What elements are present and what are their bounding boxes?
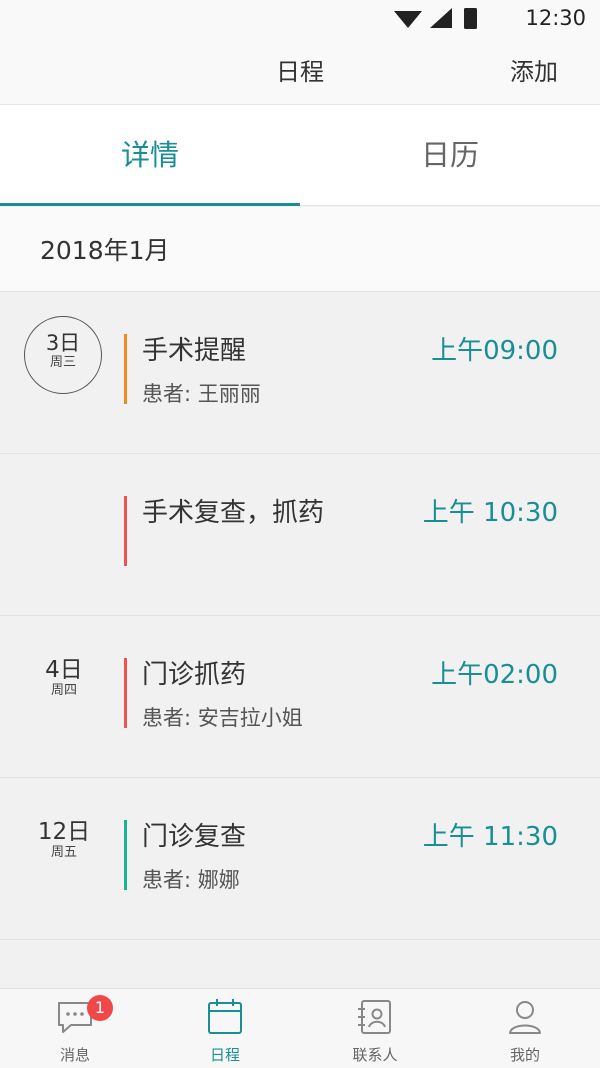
status-bar: 12:30 [0, 0, 600, 38]
nav-label: 日程 [209, 1046, 240, 1064]
event-title: 门诊抓药 [142, 660, 247, 690]
nav-item-messages[interactable]: 1 消息 [0, 989, 150, 1068]
status-time: 12:30 [525, 6, 586, 30]
unread-badge: 1 [87, 995, 113, 1021]
nav-label: 我的 [509, 1046, 540, 1064]
tab-bar: 详情 日历 [0, 105, 600, 206]
event-row[interactable]: 4日 周四 门诊抓药 上午02:00 患者: 安吉拉小姐 [0, 616, 600, 778]
event-patient: 患者: 王丽丽 [142, 382, 261, 406]
tab-calendar[interactable]: 日历 [300, 105, 600, 205]
event-color-bar [124, 820, 127, 890]
person-icon [509, 1001, 541, 1034]
wifi-icon [394, 11, 422, 28]
event-list: 3日 周三 手术提醒 上午09:00 患者: 王丽丽 手术复查，抓药 上午 10… [0, 292, 600, 940]
event-time: 上午 10:30 [422, 498, 558, 528]
event-patient: 患者: 娜娜 [142, 868, 240, 892]
event-patient: 患者: 安吉拉小姐 [142, 706, 303, 730]
date-weekday: 周四 [50, 683, 77, 698]
nav-label: 消息 [59, 1046, 90, 1064]
event-title: 手术复查，抓药 [142, 498, 325, 528]
battery-icon [464, 8, 477, 29]
calendar-icon [208, 999, 242, 1034]
event-color-bar [124, 496, 127, 566]
nav-item-schedule[interactable]: 日程 [150, 989, 300, 1068]
nav-label: 联系人 [352, 1046, 398, 1064]
nav-bar: 日程 添加 [0, 38, 600, 105]
status-icons [394, 8, 477, 29]
event-title: 门诊复查 [142, 822, 247, 852]
event-row[interactable]: 手术复查，抓药 上午 10:30 [0, 454, 600, 616]
tab-details[interactable]: 详情 [0, 105, 300, 205]
event-row[interactable]: 3日 周三 手术提醒 上午09:00 患者: 王丽丽 [0, 292, 600, 454]
month-label: 2018年1月 [40, 236, 170, 265]
event-color-bar [124, 658, 127, 728]
date-badge: 12日 周五 [30, 819, 98, 861]
contacts-icon [358, 1000, 391, 1034]
tab-indicator [0, 203, 300, 206]
event-time: 上午02:00 [431, 660, 558, 690]
event-color-bar [124, 334, 127, 404]
date-weekday: 周三 [49, 355, 76, 370]
add-button[interactable]: 添加 [510, 52, 558, 87]
nav-item-contacts[interactable]: 联系人 [300, 989, 450, 1068]
nav-item-me[interactable]: 我的 [450, 989, 600, 1068]
date-badge-today: 3日 周三 [24, 316, 102, 394]
date-day: 12日 [37, 819, 91, 845]
event-time: 上午 11:30 [422, 822, 558, 852]
date-weekday: 周五 [50, 845, 77, 860]
bottom-nav: 1 消息 日程 联系人 我的 [0, 988, 600, 1068]
date-day: 4日 [45, 657, 83, 683]
date-badge: 4日 周四 [30, 657, 98, 699]
event-row[interactable]: 12日 周五 门诊复查 上午 11:30 患者: 娜娜 [0, 778, 600, 940]
date-day: 3日 [45, 331, 81, 355]
month-header: 2018年1月 [0, 207, 600, 292]
event-time: 上午09:00 [431, 336, 558, 366]
signal-icon [430, 8, 452, 28]
event-title: 手术提醒 [142, 336, 247, 366]
